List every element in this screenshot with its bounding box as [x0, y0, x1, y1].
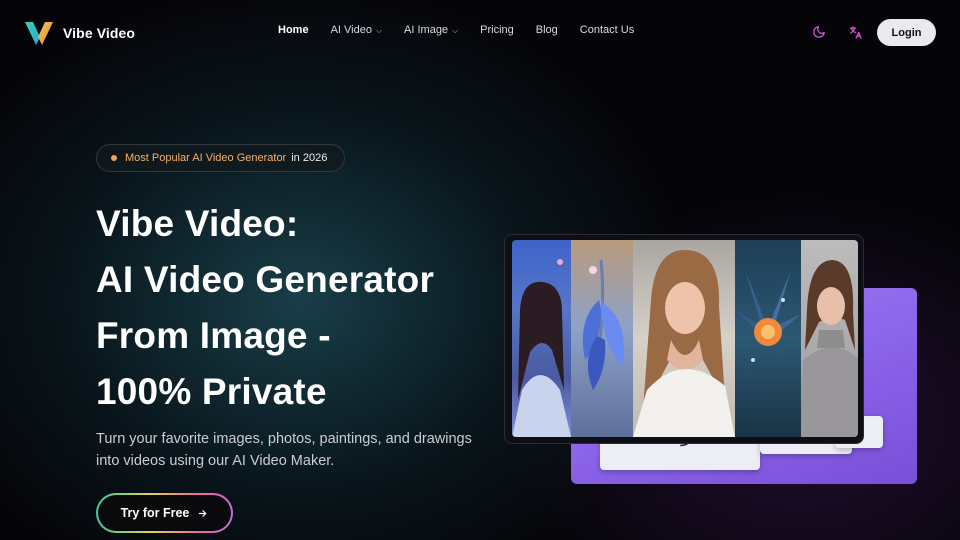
brand-name: Vibe Video [63, 25, 136, 41]
login-button[interactable]: Login [877, 19, 936, 46]
hero-title-line: From Image - [96, 315, 331, 356]
showcase-image-blue-flower [571, 240, 633, 437]
showcase-image-dewy-flower [735, 240, 801, 437]
arrow-right-icon [199, 509, 207, 517]
nav-item-contact-us[interactable]: Contact Us [580, 24, 634, 36]
status-dot-icon [111, 155, 117, 161]
hero-title-line: 100% Private [96, 371, 327, 412]
nav-item-pricing[interactable]: Pricing [480, 24, 514, 36]
vibe-logo-icon [25, 22, 53, 45]
hero-title-line: AI Video Generator [96, 259, 435, 300]
nav-label: Contact Us [579, 24, 635, 36]
nav-label: Pricing [480, 24, 514, 36]
nav-item-ai-image[interactable]: AI Image ⌵ [404, 24, 458, 36]
moon-icon[interactable] [809, 22, 829, 42]
nav-label: AI Image [404, 24, 449, 36]
showcase-image-strip [512, 240, 858, 437]
hero-title: Vibe Video: AI Video Generator From Imag… [96, 196, 434, 420]
popularity-badge: Most Popular AI Video Generator in 2026 [96, 144, 345, 172]
nav-label: Home [278, 24, 309, 36]
main-nav: Home AI Video ⌵ AI Image ⌵ Pricing Blog Co… [278, 24, 656, 36]
nav-label: Blog [535, 24, 558, 36]
brand-logo[interactable]: Vibe Video [24, 20, 135, 46]
hero-description: Turn your favorite images, photos, paint… [96, 431, 472, 469]
try-for-free-button[interactable]: Try for Free [96, 493, 233, 533]
showcase-image-portrait-blue [512, 240, 571, 437]
chevron-down-icon: ⌵ [375, 25, 383, 35]
badge-highlight: Most Popular AI Video Generator [125, 152, 287, 164]
showcase-image-portrait-grey [801, 240, 858, 437]
badge-year: in 2026 [291, 152, 328, 164]
cta-label: Try for Free [120, 506, 190, 520]
nav-item-blog[interactable]: Blog [536, 24, 558, 36]
hero-title-line: Vibe Video: [96, 203, 299, 244]
chevron-down-icon: ⌵ [452, 25, 459, 35]
nav-item-ai-video[interactable]: AI Video ⌵ [331, 24, 382, 36]
nav-item-home[interactable]: Home [278, 24, 309, 36]
site-header: Vibe Video Home AI Video ⌵ AI Image ⌵ Pric… [0, 0, 960, 64]
translate-icon[interactable] [845, 22, 865, 42]
showcase-image-portrait-light [633, 240, 735, 437]
nav-label: AI Video [330, 24, 372, 36]
cta-inner: Try for Free [98, 495, 231, 531]
